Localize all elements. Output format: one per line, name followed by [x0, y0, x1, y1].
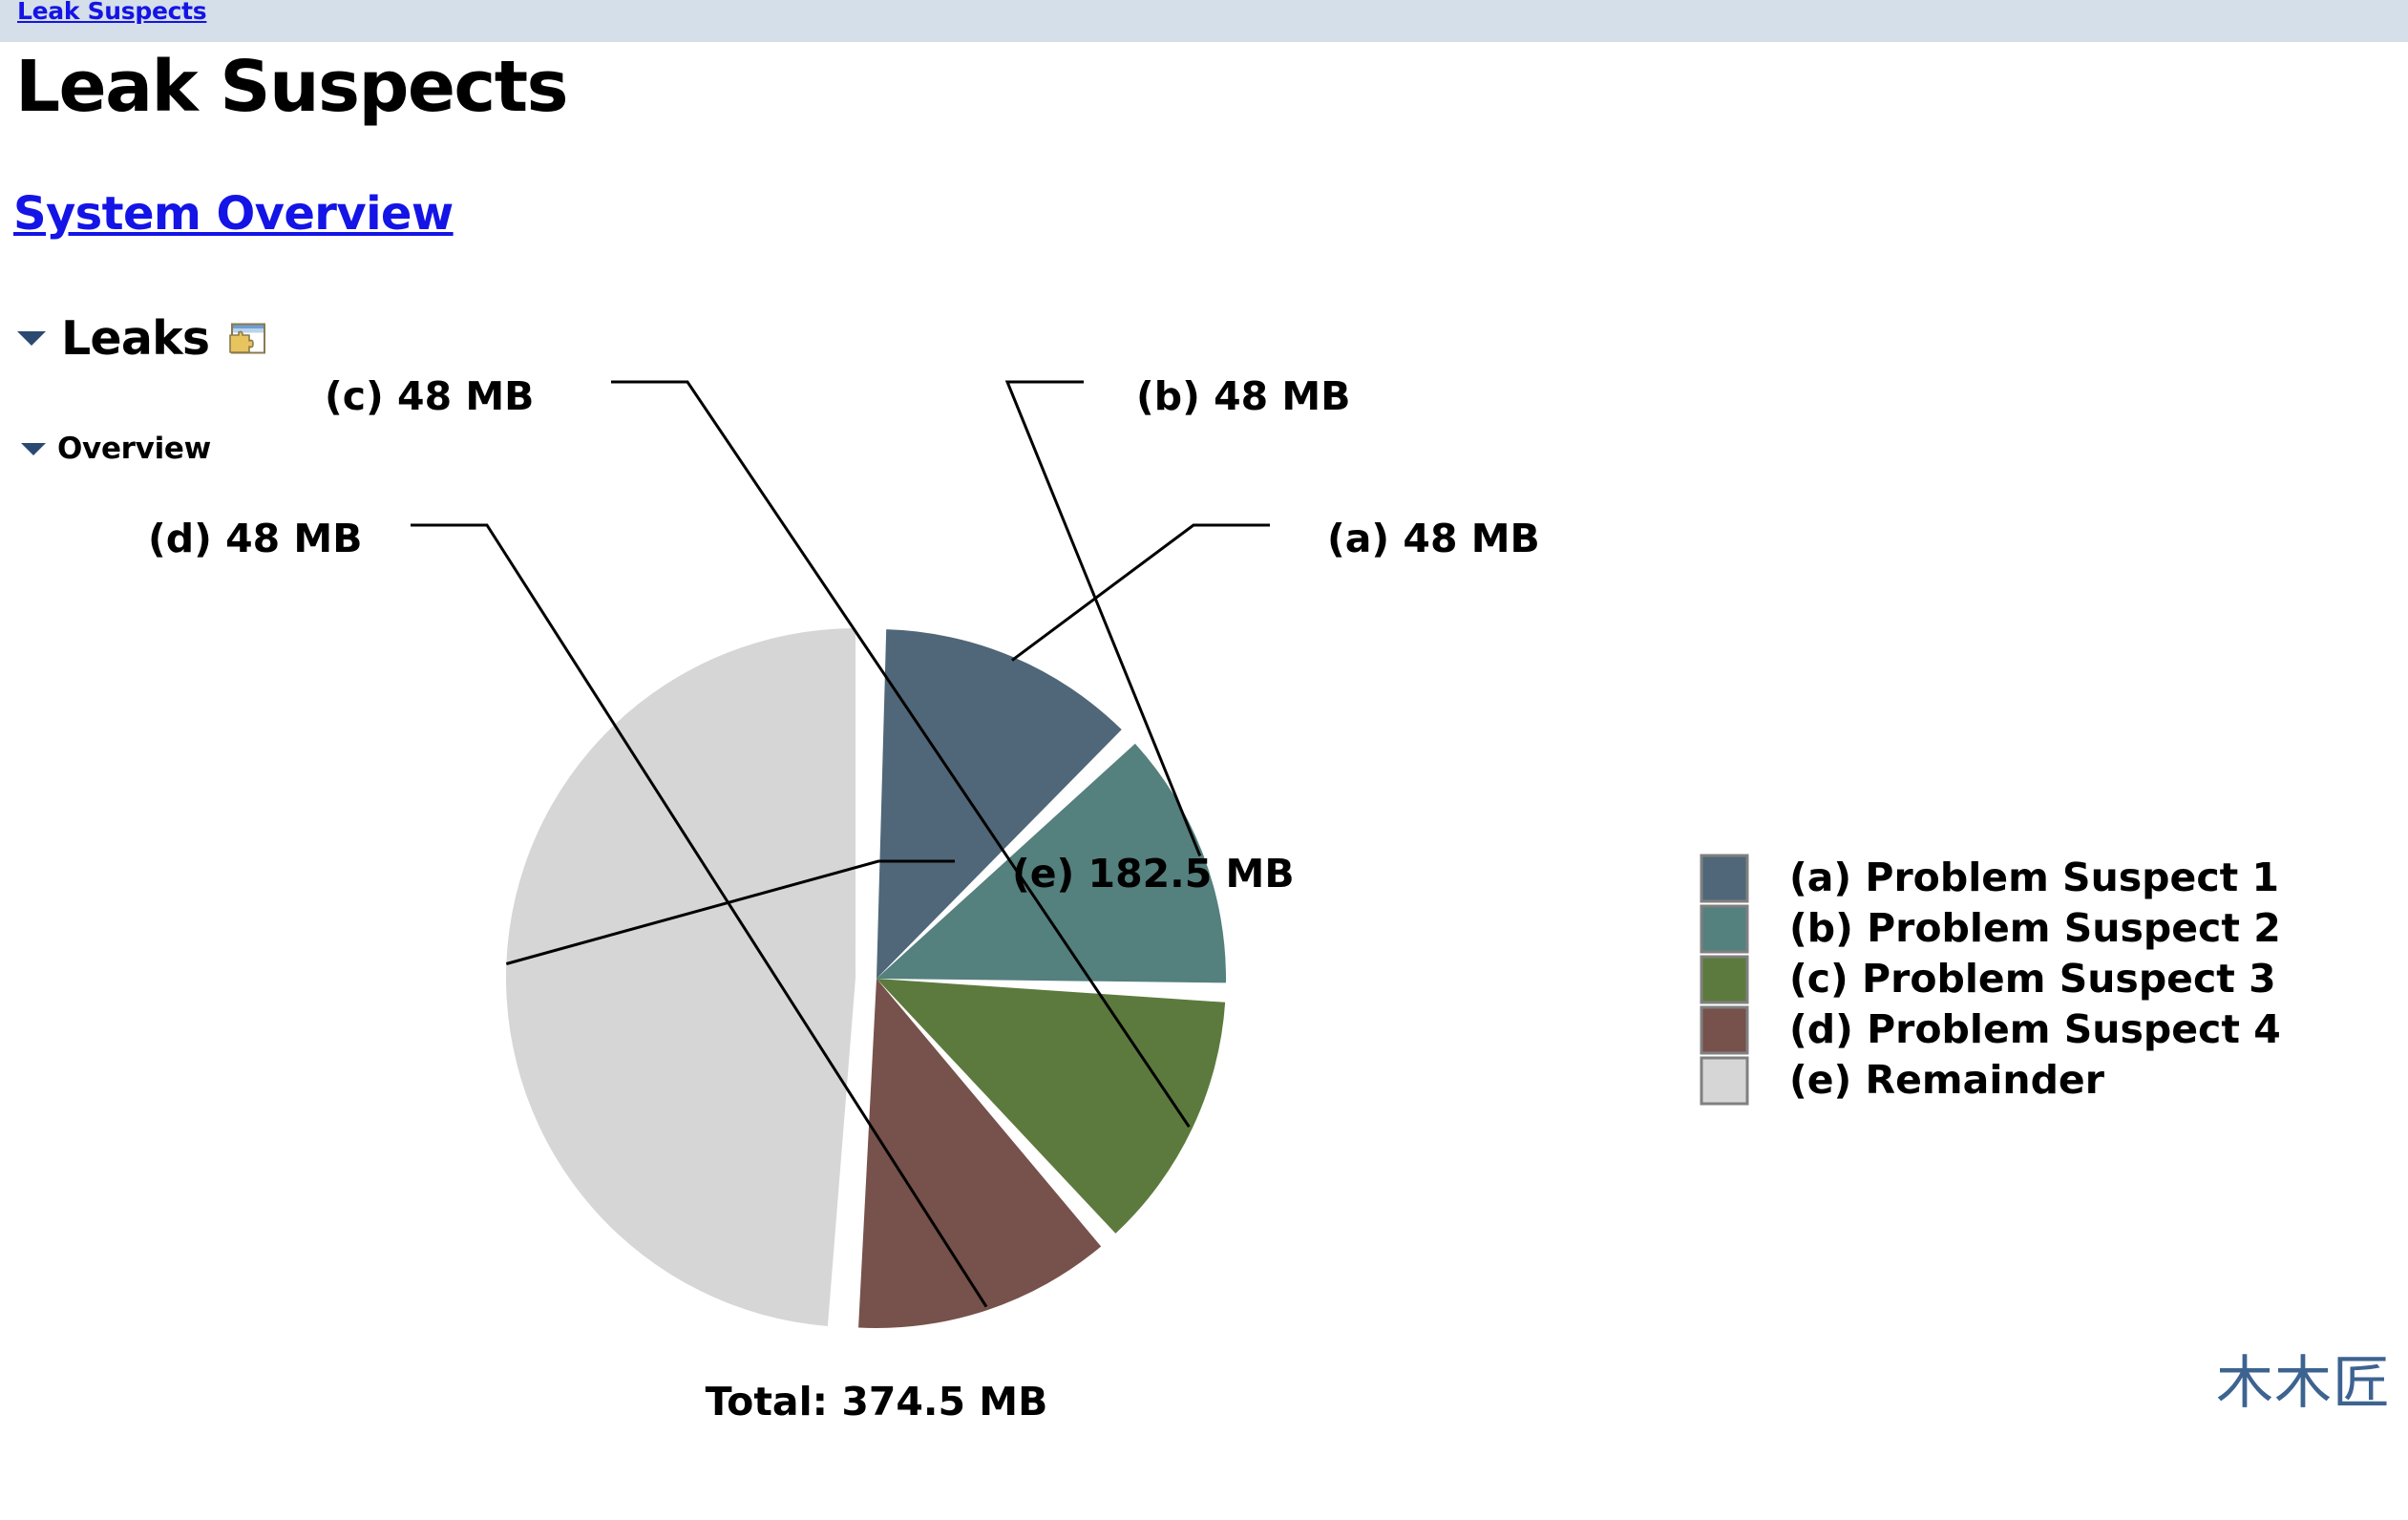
legend-label-c: (c) Problem Suspect 3	[1789, 956, 2276, 1002]
legend-label-e: (e) Remainder	[1789, 1057, 2105, 1103]
system-overview-link[interactable]: System Overview	[13, 187, 454, 241]
legend-swatch-a	[1700, 854, 1749, 903]
legend-swatch-b	[1700, 904, 1749, 954]
window-puzzle-icon[interactable]	[228, 323, 266, 354]
legend-label-b: (b) Problem Suspect 2	[1789, 905, 2281, 951]
chart-legend: (a) Problem Suspect 1 (b) Problem Suspect…	[1700, 854, 2281, 1106]
chart-total-label: Total: 374.5 MB	[706, 1379, 1048, 1425]
legend-label-d: (d) Problem Suspect 4	[1789, 1006, 2281, 1052]
leader-line-a	[1011, 523, 1270, 662]
section-label-leaks: Leaks	[61, 311, 210, 366]
slice-value-label-b: (b) 48 MB	[1136, 373, 1350, 419]
pie-chart: (a) 48 MB (b) 48 MB (c) 48 MB (d) 48 MB (e) …	[148, 373, 2281, 1425]
pie-slices	[505, 628, 1226, 1329]
slice-value-label-e: (e) 182.5 MB	[1012, 851, 1295, 897]
section-header-leaks[interactable]: Leaks	[17, 311, 266, 366]
section-label-overview: Overview	[57, 432, 211, 466]
legend-label-a: (a) Problem Suspect 1	[1789, 855, 2279, 900]
slice-value-label-a: (a) 48 MB	[1327, 516, 1540, 561]
page-title: Leak Suspects	[15, 46, 569, 128]
pie-slice-e[interactable]	[505, 628, 856, 1326]
breadcrumb-bar: Leak Suspects	[0, 0, 2408, 42]
chevron-down-icon[interactable]	[17, 331, 46, 346]
slice-value-label-d: (d) 48 MB	[148, 516, 362, 561]
legend-swatch-c	[1700, 955, 1749, 1004]
slice-value-label-c: (c) 48 MB	[325, 373, 534, 419]
breadcrumb-link-leak-suspects[interactable]: Leak Suspects	[17, 0, 207, 25]
chevron-down-icon[interactable]	[21, 442, 46, 455]
watermark: 木木匠	[2216, 1350, 2391, 1417]
legend-swatch-d	[1700, 1005, 1749, 1055]
section-header-overview[interactable]: Overview	[21, 432, 211, 466]
legend-swatch-e	[1700, 1056, 1749, 1106]
